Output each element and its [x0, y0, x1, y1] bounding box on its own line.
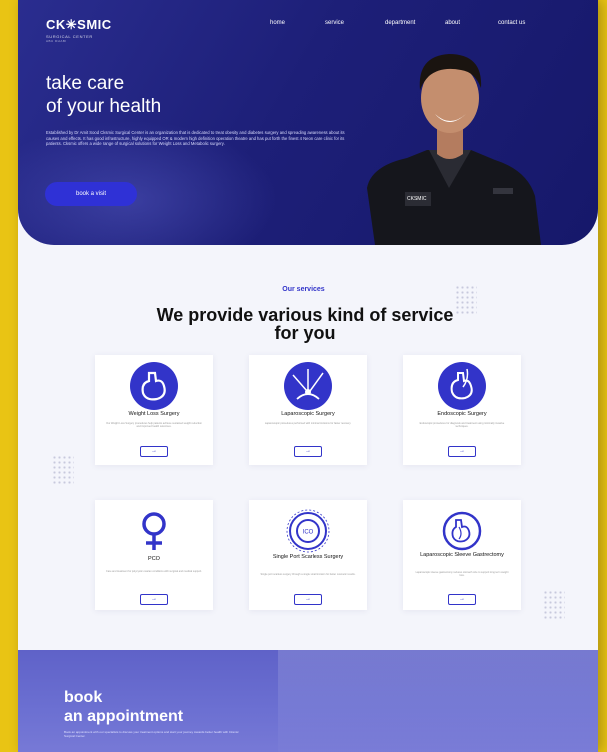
service-more-button[interactable]: → [294, 594, 322, 605]
service-more-button[interactable]: → [140, 594, 168, 605]
service-description: Laparoscopic procedures performed with m… [264, 422, 352, 425]
service-card[interactable]: Laparoscopic Sleeve Gastrectomy Laparosc… [403, 500, 521, 610]
sleeve-gastrectomy-icon [442, 511, 482, 551]
brand-subtagline: ABU DHABI [46, 39, 67, 43]
decor-dots [543, 590, 565, 620]
endoscopy-icon [438, 362, 486, 410]
book-a-visit-button[interactable]: book a visit [45, 182, 137, 206]
service-name: PCO [148, 556, 160, 562]
service-card[interactable]: ICO Single Port Scarless Surgery Single … [249, 500, 367, 610]
hero-description: Established by Dr Amit Sood Cksmic Surgi… [46, 130, 345, 146]
service-card[interactable]: Endoscopic Surgery Endoscopic procedures… [403, 355, 521, 465]
service-more-button[interactable]: → [140, 446, 168, 457]
service-description: Our Weight Loss Surgery procedures help … [106, 422, 202, 429]
service-more-button[interactable]: → [448, 594, 476, 605]
scrub-badge-text: CKSMIC [407, 196, 427, 202]
single-port-icon-label: ICO [303, 530, 314, 536]
services-title: We provide various kind of service for y… [156, 305, 454, 343]
female-symbol-icon [142, 512, 166, 550]
service-name: Single Port Scarless Surgery [272, 554, 344, 560]
brand-name: CK✳SMIC [46, 17, 112, 32]
decor-dots [52, 455, 74, 485]
service-description: Endoscopic procedures for diagnosis and … [419, 422, 505, 429]
services-tag: Our services [282, 286, 325, 293]
brand-logo[interactable]: CK✳SMIC SURGICAL CENTER ABU DHABI [46, 17, 112, 43]
service-card[interactable]: Laparoscopic Surgery Laparoscopic proced… [249, 355, 367, 465]
service-name: Endoscopic Surgery [437, 411, 487, 417]
service-card[interactable]: PCO Care and treatment for polycystic ov… [95, 500, 213, 610]
decor-dots [455, 285, 477, 315]
hero-title: take care of your health [46, 72, 161, 118]
hero-title-line1: take care [46, 73, 125, 94]
nav-home[interactable]: home [270, 20, 285, 26]
nav-department[interactable]: department [385, 20, 415, 26]
booking-description: Book an appointment with our specialists… [64, 730, 239, 738]
service-name: Laparoscopic Surgery [281, 411, 335, 417]
booking-title: book an appointment [64, 688, 183, 726]
booking-title-line2: an appointment [64, 708, 184, 725]
doctor-photo: CKSMIC [367, 54, 541, 245]
service-more-button[interactable]: → [448, 446, 476, 457]
service-description: Laparoscopic sleeve gastrectomy reduces … [415, 571, 509, 578]
nav-about[interactable]: about [445, 20, 460, 26]
service-more-button[interactable]: → [294, 446, 322, 457]
booking-title-line1: book [64, 689, 103, 706]
clinic-room-image [278, 650, 598, 752]
nav-service[interactable]: service [325, 20, 344, 26]
service-name: Weight Loss Surgery [128, 411, 180, 417]
service-name: Laparoscopic Sleeve Gastrectomy [420, 552, 504, 558]
single-port-icon: ICO [286, 509, 330, 553]
stomach-icon [130, 362, 178, 410]
nav-contact-us[interactable]: contact us [498, 20, 525, 26]
service-description: Single port scarless surgery through a s… [260, 573, 356, 576]
service-card[interactable]: Weight Loss Surgery Our Weight Loss Surg… [95, 355, 213, 465]
hero-title-line2: of your health [46, 96, 162, 117]
service-description: Care and treatment for polycystic ovaria… [106, 570, 202, 573]
laparoscopy-icon [284, 362, 332, 410]
name-tag [493, 188, 513, 194]
